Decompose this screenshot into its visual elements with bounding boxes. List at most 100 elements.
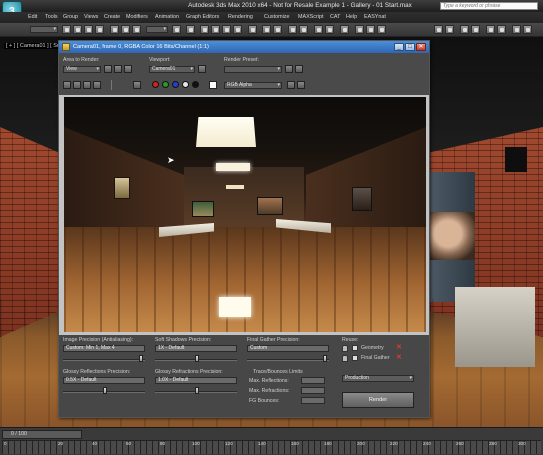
schematic-view-icon[interactable]	[325, 25, 334, 34]
maximize-button[interactable]: □	[405, 43, 415, 51]
final-gather-slider[interactable]	[247, 359, 329, 361]
viewport-tool-6-icon[interactable]	[497, 25, 506, 34]
menu-edit[interactable]: Edit	[28, 14, 37, 20]
minimize-button[interactable]: _	[394, 43, 404, 51]
viewport-tool-8-icon[interactable]	[523, 25, 532, 34]
pivot-center-icon[interactable]	[172, 25, 181, 34]
menu-group[interactable]: Group	[63, 14, 78, 20]
clear-final-gather-cache-icon[interactable]: ✕	[396, 354, 402, 361]
mirror-icon[interactable]	[262, 25, 271, 34]
layer-manager-icon[interactable]	[288, 25, 297, 34]
graphite-toolbar-icon[interactable]	[299, 25, 308, 34]
production-dropdown[interactable]: Production	[342, 375, 414, 382]
blue-channel-icon[interactable]	[172, 81, 179, 88]
reference-coordinate-dropdown[interactable]	[146, 26, 168, 33]
environment-effects-button[interactable]	[295, 65, 303, 73]
select-manipulate-icon[interactable]	[186, 25, 195, 34]
crop-icon[interactable]	[124, 65, 132, 73]
align-icon[interactable]	[273, 25, 282, 34]
select-scale-icon[interactable]	[132, 25, 141, 34]
angle-snap-icon[interactable]	[211, 25, 220, 34]
image-precision-slider[interactable]	[63, 359, 145, 361]
window-crossing-icon[interactable]	[95, 25, 104, 34]
menu-graph-editors[interactable]: Graph Editors	[186, 14, 219, 20]
viewport-label[interactable]: [ + ] [ Camera01 ] [ Sm	[4, 43, 64, 49]
viewport-dropdown[interactable]: Camera01	[149, 66, 195, 73]
rendered-image[interactable]: ➤	[64, 97, 426, 332]
render-setup-icon[interactable]	[355, 25, 364, 34]
toggle-ui-icon[interactable]	[297, 81, 305, 89]
select-move-icon[interactable]	[110, 25, 119, 34]
menu-tools[interactable]: Tools	[45, 14, 58, 20]
menu-modifiers[interactable]: Modifiers	[126, 14, 148, 20]
menu-easynat[interactable]: EASYnat	[364, 14, 386, 20]
select-by-name-icon[interactable]	[73, 25, 82, 34]
channel-display-dropdown[interactable]: RGB Alpha	[224, 82, 282, 89]
rendered-frame-window-icon[interactable]	[366, 25, 375, 34]
clear-geometry-cache-icon[interactable]: ✕	[396, 344, 402, 351]
menu-maxscript[interactable]: MAXScript	[298, 14, 323, 20]
spinner-snap-icon[interactable]	[233, 25, 242, 34]
select-object-icon[interactable]	[62, 25, 71, 34]
alpha-channel-icon[interactable]	[182, 81, 189, 88]
copy-image-icon[interactable]	[73, 81, 81, 89]
menu-animation[interactable]: Animation	[155, 14, 179, 20]
render-setup-button[interactable]	[285, 65, 293, 73]
menu-create[interactable]: Create	[104, 14, 120, 20]
menu-customize[interactable]: Customize	[264, 14, 289, 20]
fg-bounces-spinner[interactable]	[301, 397, 325, 404]
soft-shadows-field[interactable]: 1X - Default	[155, 345, 237, 352]
geometry-checkbox[interactable]	[352, 345, 358, 351]
material-editor-icon[interactable]	[340, 25, 349, 34]
lock-geometry-icon[interactable]	[342, 345, 348, 352]
toggle-ui-overlay-icon[interactable]	[287, 81, 295, 89]
viewport-tool-5-icon[interactable]	[486, 25, 495, 34]
max-reflections-spinner[interactable]	[301, 377, 325, 384]
green-channel-icon[interactable]	[162, 81, 169, 88]
final-gather-slider-thumb[interactable]	[323, 355, 327, 362]
red-channel-icon[interactable]	[152, 81, 159, 88]
viewport-tool-7-icon[interactable]	[512, 25, 521, 34]
final-gather-field[interactable]: Custom	[247, 345, 329, 352]
curve-editor-icon[interactable]	[314, 25, 323, 34]
menu-rendering[interactable]: Rendering	[228, 14, 253, 20]
edit-region-icon[interactable]	[104, 65, 112, 73]
menu-help[interactable]: Help	[346, 14, 357, 20]
glossy-reflections-field[interactable]: 0.5X - Default	[63, 377, 145, 384]
max-refractions-spinner[interactable]	[301, 387, 325, 394]
viewport-tool-3-icon[interactable]	[460, 25, 469, 34]
viewport-tool-1-icon[interactable]	[434, 25, 443, 34]
glossy-reflections-slider-thumb[interactable]	[103, 387, 107, 394]
viewport-tool-2-icon[interactable]	[445, 25, 454, 34]
save-image-icon[interactable]	[63, 81, 71, 89]
glossy-refractions-slider-thumb[interactable]	[195, 387, 199, 394]
named-selection-icon[interactable]	[248, 25, 257, 34]
clear-icon[interactable]	[133, 81, 141, 89]
print-image-icon[interactable]	[93, 81, 101, 89]
clone-window-icon[interactable]	[83, 81, 91, 89]
render-production-icon[interactable]	[377, 25, 386, 34]
lock-final-gather-icon[interactable]	[342, 355, 348, 362]
menu-cat[interactable]: CAT	[330, 14, 340, 20]
lock-viewport-icon[interactable]	[198, 65, 206, 73]
frame-window-titlebar[interactable]: Camera01, frame 0, RGBA Color 16 Bits/Ch…	[59, 41, 429, 53]
image-precision-field[interactable]: Custom: Min 1, Max 4	[63, 345, 145, 352]
image-precision-slider-thumb[interactable]	[139, 355, 143, 362]
monochrome-icon[interactable]	[192, 81, 199, 88]
swatch-icon[interactable]	[209, 81, 217, 89]
auto-region-icon[interactable]	[114, 65, 122, 73]
final-gather-checkbox[interactable]	[352, 355, 358, 361]
time-slider[interactable]: 0 / 100	[2, 430, 82, 439]
percent-snap-icon[interactable]	[222, 25, 231, 34]
selection-filter-dropdown[interactable]	[30, 26, 58, 33]
soft-shadows-slider-thumb[interactable]	[195, 355, 199, 362]
search-input[interactable]: Type a keyword or phrase	[440, 2, 538, 10]
close-button[interactable]: ✕	[416, 43, 426, 51]
select-region-icon[interactable]	[84, 25, 93, 34]
select-rotate-icon[interactable]	[121, 25, 130, 34]
area-to-render-dropdown[interactable]: View	[63, 66, 101, 73]
render-preset-dropdown[interactable]	[224, 66, 282, 73]
glossy-refractions-field[interactable]: 1.0X - Default	[155, 377, 237, 384]
viewport-tool-4-icon[interactable]	[471, 25, 480, 34]
snap-toggle-icon[interactable]	[200, 25, 209, 34]
